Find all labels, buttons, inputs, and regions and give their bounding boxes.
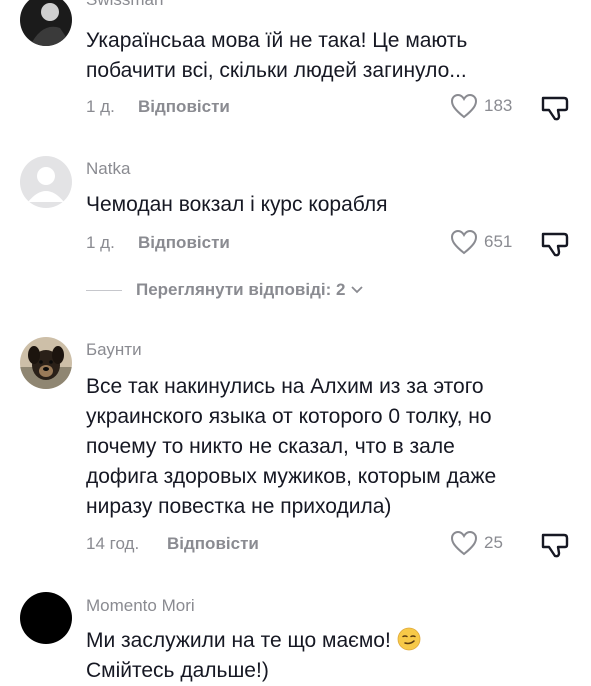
comment-text: Укараїнсьаа мова їй не така! Це мають по… [86,26,556,86]
avatar[interactable] [20,0,72,46]
comment-text: Ми заслужили на те що маємо! Смійтесь да… [86,626,556,686]
comment-username[interactable]: Momento Mori [86,596,195,616]
heart-icon [450,530,478,556]
view-replies-divider [86,289,122,291]
heart-icon [450,93,478,119]
chevron-down-icon [351,286,364,294]
thumbs-down-icon [541,96,569,121]
comment-text-line: Ми заслужили на те що маємо! [86,626,556,656]
comment-time: 14 год. [86,534,140,553]
avatar[interactable] [20,592,72,644]
like-count: 651 [484,232,513,251]
comment-username[interactable]: Баунти [86,340,142,360]
comment-text: Все так накинулись на Алхим из за этого … [86,372,556,522]
comment-text-line: почему то никто не сказал, что в зале [86,435,455,458]
comment-time: 1 д. [86,233,115,252]
comment-username[interactable]: Natka [86,159,130,179]
reply-button[interactable]: Відповісти [167,534,259,554]
like-button[interactable]: 183 [450,93,512,119]
thumbs-down-icon [541,533,569,558]
dislike-button[interactable] [540,94,570,127]
avatar[interactable] [20,337,72,389]
comment-username[interactable]: Swissman [86,0,163,10]
comment-text-line: Все так накинулись на Алхим из за этого [86,375,484,398]
smirking-face-icon [397,627,421,651]
comment-text-fragment: Ми заслужили на те що маємо! [86,629,391,652]
view-replies-label: Переглянути відповіді: 2 [136,280,346,299]
dislike-button[interactable] [540,230,570,263]
comment-text-line: украинского языка от которого 0 толку, н… [86,405,492,428]
avatar[interactable] [20,156,72,208]
view-replies-button[interactable]: Переглянути відповіді: 2 [86,280,364,300]
like-button[interactable]: 25 [450,530,503,556]
black-avatar-icon [20,592,72,644]
dog-avatar-icon [20,337,72,389]
comment-text-line: дофига здоровых мужиков, которым даже [86,465,497,488]
like-count: 183 [484,96,513,115]
comment-text-line: побачити всі, скільки людей загинуло... [86,59,467,82]
comment-text-line: ниразу повестка не приходила) [86,495,392,518]
comment-text-line: Смійтесь дальше!) [86,659,269,682]
avatar-image-icon [20,0,72,46]
comment-text-line: Укараїнсьаа мова їй не така! Це мають [86,29,468,52]
like-button[interactable]: 651 [450,229,512,255]
like-count: 25 [484,533,503,552]
reply-button[interactable]: Відповісти [138,233,230,253]
thumbs-down-icon [541,232,569,257]
reply-button[interactable]: Відповісти [138,97,230,117]
comment-time: 1 д. [86,97,115,116]
comment-text: Чемодан вокзал і курс корабля [86,190,556,220]
heart-icon [450,229,478,255]
comment-text-line: Чемодан вокзал і курс корабля [86,193,388,216]
default-avatar-icon [20,156,72,208]
dislike-button[interactable] [540,531,570,564]
